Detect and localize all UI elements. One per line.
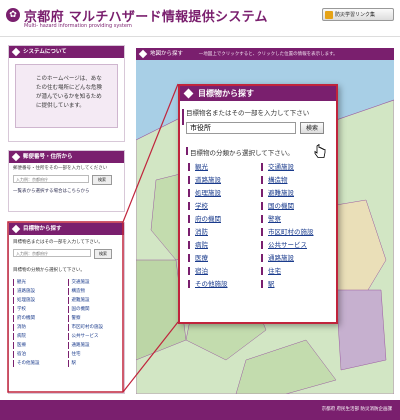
landmark-search-title: 目標物から探す <box>23 226 62 232</box>
map-title: 地図から探す <box>150 51 184 57</box>
map-header: 地図から探す 一地図上でクリックすると、クリックした位置の情報を表示します。 <box>136 48 394 60</box>
address-search-header: 郵便番号・住所から <box>9 151 124 163</box>
callout-category-link[interactable]: 処理施設 <box>188 189 257 197</box>
sidebar-category-link[interactable]: 住宅 <box>67 351 121 358</box>
footer-text: 京都府 府民生活部 防災消防企画課 <box>321 407 392 412</box>
callout-category-link[interactable]: 警察 <box>261 215 330 223</box>
address-search-title: 郵便番号・住所から <box>23 154 73 160</box>
sidebar-category-link[interactable]: 学校 <box>13 306 66 313</box>
about-title: システムについて <box>23 49 67 55</box>
landmark-search-desc: 目標物名またはその一部を入力して下さい。 <box>13 240 103 245</box>
diamond-icon <box>183 88 194 99</box>
callout-category-link[interactable]: 国の機関 <box>261 202 330 210</box>
sidebar-category-link[interactable]: 国の機関 <box>67 306 121 313</box>
diamond-icon <box>11 47 21 57</box>
callout-header: 目標物から探す <box>180 86 336 101</box>
about-text: このホームページは、あなたの住む場所にどんな危険が潜んでいるかを知るために提供し… <box>36 76 103 109</box>
sidebar-category-link[interactable]: 駅 <box>67 360 121 367</box>
callout-category-grid: 観光 交通施設 道路施設 構造物 処理施設 避難施設 学校 国の機関 府の機関 警察 消防 市区町村の… <box>180 161 336 288</box>
diamond-icon <box>138 49 148 59</box>
footer: 京都府 府民生活部 防災消防企画課 <box>0 400 400 420</box>
sidebar-category-link[interactable]: 医療 <box>13 342 66 349</box>
address-search-row: 検索 <box>13 175 120 185</box>
bosai-link-label: 防災学習リンク集 <box>335 12 376 18</box>
sidebar-category-link[interactable]: 避難施設 <box>67 297 121 304</box>
sidebar-category-link[interactable]: 消防 <box>13 324 66 331</box>
address-search-panel: 郵便番号・住所から 郵便番号・住所をその一部を入力してください 検索 一覧表から… <box>8 150 125 212</box>
site-subtitle: Multi- hazard information providing syst… <box>24 23 132 29</box>
sidebar-category-link[interactable]: 観光 <box>13 279 66 286</box>
diamond-icon <box>11 152 21 162</box>
callout-category-link[interactable]: 府の機関 <box>188 215 257 223</box>
callout-title: 目標物から探す <box>198 89 254 98</box>
sidebar-category-link[interactable]: 宿泊 <box>13 351 66 358</box>
landmark-search-input[interactable] <box>13 249 91 257</box>
callout-category-link[interactable]: 構造物 <box>261 176 330 184</box>
callout-category-link[interactable]: 避難施設 <box>261 189 330 197</box>
callout-search-row: 検索 <box>186 122 330 134</box>
landmark-search-header: 目標物から探す <box>9 223 124 235</box>
sidebar-category-link[interactable]: 市区町村の施設 <box>67 324 121 331</box>
landmark-search-callout: 目標物から探す 目標物名またはその一部を入力して下さい 検索 目標物の分類から選… <box>178 84 338 324</box>
callout-category-desc: 目標物の分類から選択して下さい。 <box>180 137 336 161</box>
about-panel: システムについて このホームページは、あなたの住む場所にどんな危険が潜んでいるか… <box>8 45 125 142</box>
sidebar-category-link[interactable]: 交通施設 <box>67 279 121 286</box>
about-body: このホームページは、あなたの住む場所にどんな危険が潜んでいるかを知るために提供し… <box>15 64 118 128</box>
map-hint: 一地図上でクリックすると、クリックした位置の情報を表示します。 <box>198 52 338 57</box>
sidebar-category-link[interactable]: 府の機関 <box>13 315 66 322</box>
callout-category-link[interactable]: 駅 <box>261 280 330 288</box>
sidebar-category-link[interactable]: 病院 <box>13 333 66 340</box>
callout-category-link[interactable]: 市区町村の施設 <box>261 228 330 236</box>
callout-category-link[interactable]: 公共サービス <box>261 241 330 249</box>
callout-category-link[interactable]: 消防 <box>188 228 257 236</box>
address-search-desc: 郵便番号・住所をその一部を入力してください <box>13 166 108 171</box>
landmark-category-grid: 観光 交通施設 道路施設 構造物 処理施設 避難施設 学校 国の機関 府の機関 警察 消防 市区町村の… <box>9 277 124 369</box>
landmark-search-panel: 目標物から探す 目標物名またはその一部を入力して下さい。 検索 目標物の分類から… <box>8 222 125 394</box>
landmark-search-button[interactable]: 検索 <box>94 249 112 259</box>
landmark-search-row: 検索 <box>13 249 120 259</box>
callout-category-link[interactable]: 通路施設 <box>261 254 330 262</box>
callout-category-link[interactable]: 道路施設 <box>188 176 257 184</box>
sidebar-category-link[interactable]: その他施設 <box>13 360 66 367</box>
callout-category-link[interactable]: その他施設 <box>188 280 257 288</box>
landmark-category-desc: 目標物の分類から選択して下さい。 <box>13 268 85 273</box>
sidebar-category-link[interactable]: 公共サービス <box>67 333 121 340</box>
callout-category-desc-text: 目標物の分類から選択して下さい。 <box>190 149 294 157</box>
callout-category-link[interactable]: 学校 <box>188 202 257 210</box>
address-search-button[interactable]: 検索 <box>92 175 112 185</box>
book-icon <box>325 11 333 19</box>
about-panel-header: システムについて <box>9 46 124 58</box>
callout-desc: 目標物名またはその一部を入力して下さい <box>180 101 336 125</box>
diamond-icon <box>11 224 21 234</box>
callout-category-link[interactable]: 医療 <box>188 254 257 262</box>
address-list-link[interactable]: 一覧表から選択する場合はこちらから <box>9 185 124 197</box>
address-search-input[interactable] <box>13 175 89 183</box>
sidebar-category-link[interactable]: 構造物 <box>67 288 121 295</box>
callout-search-input[interactable] <box>186 122 296 134</box>
accent-bar <box>186 147 188 155</box>
sidebar-category-link[interactable]: 警察 <box>67 315 121 322</box>
site-header: ✿ 京都府 マルチハザード情報提供システム Multi- hazard info… <box>0 0 400 37</box>
sidebar-category-link[interactable]: 道路施設 <box>13 288 66 295</box>
kyoto-crest-icon: ✿ <box>6 8 20 22</box>
callout-category-link[interactable]: 住宅 <box>261 267 330 275</box>
callout-category-link[interactable]: 宿泊 <box>188 267 257 275</box>
sidebar-category-link[interactable]: 処理施設 <box>13 297 66 304</box>
bosai-link-button[interactable]: 防災学習リンク集 <box>322 8 394 21</box>
callout-search-button[interactable]: 検索 <box>300 122 324 134</box>
accent-bar <box>182 109 184 125</box>
callout-desc-text: 目標物名またはその一部を入力して下さい <box>186 109 310 117</box>
sidebar-category-link[interactable]: 通路施設 <box>67 342 121 349</box>
callout-category-link[interactable]: 交通施設 <box>261 163 330 171</box>
callout-category-link[interactable]: 観光 <box>188 163 257 171</box>
callout-category-link[interactable]: 病院 <box>188 241 257 249</box>
